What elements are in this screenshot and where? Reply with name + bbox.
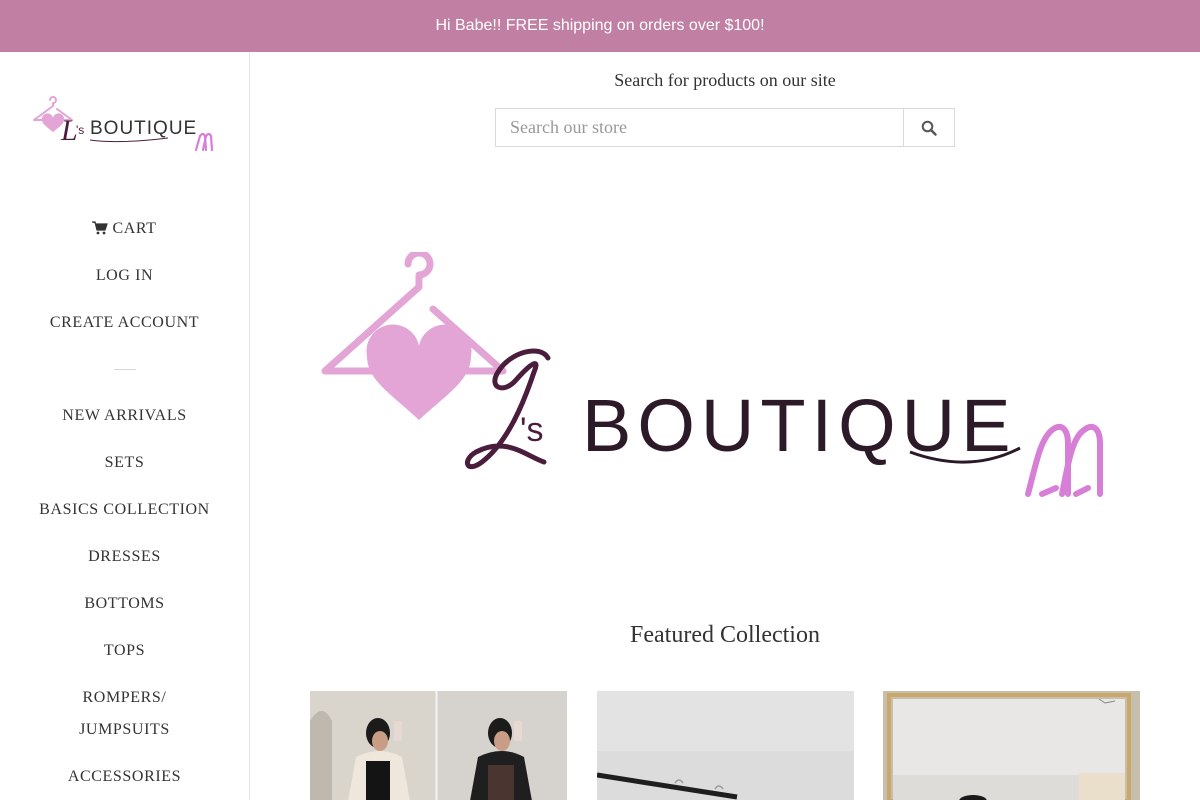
product-card[interactable] [310, 691, 567, 800]
high-heels-icon [194, 132, 214, 152]
announcement-text: Hi Babe!! FREE shipping on orders over $… [435, 17, 765, 34]
product-card[interactable] [883, 691, 1140, 800]
main-content: Search for products on our site 's BOUTI… [250, 52, 1200, 800]
announcement-bar: Hi Babe!! FREE shipping on orders over $… [0, 0, 1200, 52]
hero-logo-word: BOUTIQUE [582, 384, 1016, 467]
search-input[interactable] [496, 109, 903, 146]
nav-rompers[interactable]: Rompers/ [0, 682, 249, 714]
hero-logo-suffix: 's [520, 411, 544, 449]
product-card[interactable] [597, 691, 854, 800]
cart-link[interactable]: Cart [0, 213, 249, 245]
search-icon [921, 120, 937, 136]
nav-sets[interactable]: Sets [0, 447, 249, 479]
nav-accessories[interactable]: Accessories [0, 761, 249, 793]
logo-suffix: 's [76, 123, 84, 137]
hero-logo: 's BOUTIQUE [321, 252, 1103, 497]
product-image[interactable] [310, 691, 567, 800]
sidebar: L 's BOUTIQUE Cart Log in Create account… [0, 52, 250, 800]
product-image[interactable] [597, 691, 854, 800]
product-image[interactable] [883, 691, 1140, 800]
nav-basics-collection[interactable]: Basics Collection [0, 494, 249, 526]
nav-dresses[interactable]: Dresses [0, 541, 249, 573]
search-button[interactable] [903, 109, 954, 146]
cart-label: Cart [112, 220, 157, 237]
featured-collection-title: Featured Collection [630, 622, 820, 648]
nav-bottoms[interactable]: Bottoms [0, 588, 249, 620]
nav-jumpsuits[interactable]: Jumpsuits [0, 714, 249, 746]
nav-tops[interactable]: Tops [0, 635, 249, 667]
create-account-link[interactable]: Create account [0, 307, 249, 339]
search-form [495, 108, 955, 147]
search-title: Search for products on our site [614, 70, 836, 90]
log-in-link[interactable]: Log in [0, 260, 249, 292]
high-heels-icon [1025, 423, 1103, 497]
nav-new-arrivals[interactable]: New Arrivals [0, 400, 249, 432]
sidebar-divider [114, 369, 136, 370]
sidebar-logo[interactable]: L 's BOUTIQUE [28, 94, 218, 158]
cart-icon [92, 221, 109, 235]
hanger-heart-icon [321, 252, 507, 420]
logo-word: BOUTIQUE [90, 118, 197, 139]
